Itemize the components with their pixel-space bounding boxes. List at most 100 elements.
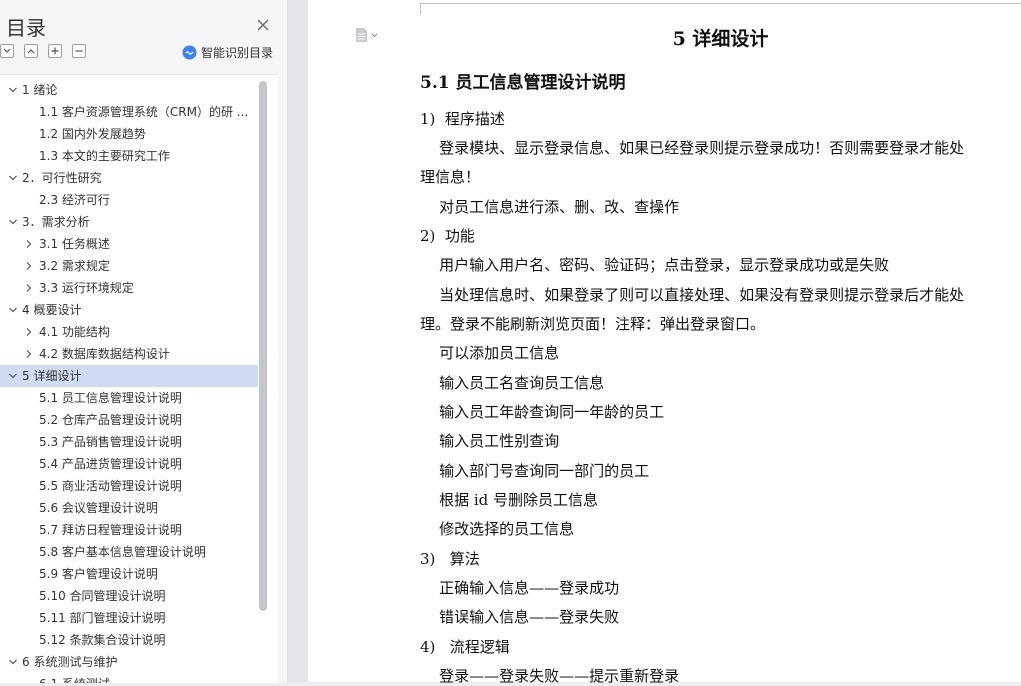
toc-item-label: 5.12 条款集合设计说明 bbox=[39, 633, 166, 647]
chevron-down-icon[interactable] bbox=[8, 657, 18, 667]
smart-toc-icon bbox=[182, 45, 197, 60]
collapse-all-icon bbox=[3, 48, 11, 53]
toc-list: 1 绪论 1.1 客户资源管理系统（CRM）的研 ... 1.2 国内外发展趋势 1.… bbox=[0, 79, 258, 683]
toc-item[interactable]: 1 绪论 bbox=[0, 79, 258, 101]
toc-item[interactable]: 5.7 拜访日程管理设计说明 bbox=[0, 519, 258, 541]
add-heading-button[interactable] bbox=[48, 44, 62, 58]
toc-item[interactable]: 5.6 会议管理设计说明 bbox=[0, 497, 258, 519]
toc-item-label: 1.2 国内外发展趋势 bbox=[39, 127, 146, 141]
toc-item-label: 3．需求分析 bbox=[22, 215, 90, 229]
chevron-down-icon[interactable] bbox=[8, 173, 18, 183]
toc-item[interactable]: 6 系统测试与维护 bbox=[0, 651, 258, 673]
expand-all-icon bbox=[27, 49, 35, 54]
chevron-down-icon[interactable] bbox=[8, 305, 18, 315]
close-sidebar-button[interactable] bbox=[256, 17, 270, 31]
toc-item[interactable]: 5.5 商业活动管理设计说明 bbox=[0, 475, 258, 497]
toc-scrollbar[interactable] bbox=[259, 81, 267, 611]
paragraph: 输入员工年龄查询同一年龄的员工 bbox=[420, 403, 665, 421]
remove-icon bbox=[75, 50, 83, 52]
section-heading: 5.1 员工信息管理设计说明 bbox=[420, 73, 626, 93]
expand-all-button[interactable] bbox=[24, 44, 38, 58]
paragraph: 输入员工名查询员工信息 bbox=[420, 374, 605, 392]
toc-item-label: 5.10 合同管理设计说明 bbox=[39, 589, 166, 603]
toc-item[interactable]: 5 详细设计 bbox=[0, 365, 258, 387]
toc-item[interactable]: 3．需求分析 bbox=[0, 211, 258, 233]
chevron-down-icon[interactable] bbox=[8, 85, 18, 95]
toc-item-label: 4.1 功能结构 bbox=[39, 325, 110, 339]
paragraph: 修改选择的员工信息 bbox=[420, 520, 575, 538]
paragraph: 1) 程序描述 bbox=[420, 110, 505, 128]
toc-item-label: 6 系统测试与维护 bbox=[22, 655, 118, 669]
paragraph: 输入部门号查询同一部门的员工 bbox=[420, 462, 650, 480]
chevron-down-icon[interactable] bbox=[8, 217, 18, 227]
toc-item-label: 5.7 拜访日程管理设计说明 bbox=[39, 523, 182, 537]
paragraph: 登录模块、显示登录信息、如果已经登录则提示登录成功！否则需要登录才能处 bbox=[420, 139, 965, 157]
toc-item-label: 5.8 客户基本信息管理设计说明 bbox=[39, 545, 206, 559]
chevron-right-icon[interactable] bbox=[24, 239, 34, 249]
add-icon bbox=[51, 47, 59, 55]
page-corner-mark bbox=[420, 3, 421, 15]
toc-item-label: 3.2 需求规定 bbox=[39, 259, 110, 273]
toc-item[interactable]: 5.2 仓库产品管理设计说明 bbox=[0, 409, 258, 431]
paragraph: 理信息！ bbox=[420, 168, 481, 186]
toc-item[interactable]: 3.1 任务概述 bbox=[0, 233, 258, 255]
toc-item[interactable]: 4.1 功能结构 bbox=[0, 321, 258, 343]
document-menu-button[interactable] bbox=[355, 27, 379, 47]
page-gutter bbox=[288, 0, 308, 682]
toc-item-label: 5.1 员工信息管理设计说明 bbox=[39, 391, 182, 405]
chevron-right-icon[interactable] bbox=[24, 261, 34, 271]
toc-sidebar: 目录 智能识别目录 1 绪论 1.1 客户资源管理系统（CRM）的研 ... 1… bbox=[0, 0, 288, 683]
toc-item[interactable]: 3.3 运行环境规定 bbox=[0, 277, 258, 299]
document-icon bbox=[356, 28, 378, 42]
toc-item-label: 4.2 数据库数据结构设计 bbox=[39, 347, 170, 361]
paragraph: 输入员工性别查询 bbox=[420, 432, 560, 450]
toc-item-label: 1.1 客户资源管理系统（CRM）的研 ... bbox=[39, 105, 249, 119]
paragraph: 当处理信息时、如果登录了则可以直接处理、如果没有登录则提示登录后才能处 bbox=[420, 286, 965, 304]
chevron-down-icon[interactable] bbox=[8, 371, 18, 381]
smart-toc-button[interactable]: 智能识别目录 bbox=[182, 44, 273, 61]
paragraph: 可以添加员工信息 bbox=[420, 344, 560, 362]
paragraph: 2) 功能 bbox=[420, 227, 475, 245]
paragraph: 3) 算法 bbox=[420, 550, 480, 568]
collapse-all-button[interactable] bbox=[0, 44, 14, 58]
toc-item-label: 2.3 经济可行 bbox=[39, 193, 110, 207]
toc-item-label: 4 概要设计 bbox=[22, 303, 82, 317]
remove-heading-button[interactable] bbox=[72, 44, 86, 58]
paragraph: 根据 id 号删除员工信息 bbox=[420, 491, 599, 509]
toc-item[interactable]: 1.3 本文的主要研究工作 bbox=[0, 145, 258, 167]
paragraph: 对员工信息进行添、删、改、查操作 bbox=[420, 198, 680, 216]
toc-item-label: 1.3 本文的主要研究工作 bbox=[39, 149, 170, 163]
toc-item[interactable]: 2．可行性研究 bbox=[0, 167, 258, 189]
paragraph: 理。登录不能刷新浏览页面！注释：弹出登录窗口。 bbox=[420, 315, 766, 333]
toc-item[interactable]: 5.4 产品进货管理设计说明 bbox=[0, 453, 258, 475]
toc-item[interactable]: 4.2 数据库数据结构设计 bbox=[0, 343, 258, 365]
toc-item-label: 1 绪论 bbox=[22, 83, 58, 97]
close-icon bbox=[257, 19, 269, 31]
toc-item[interactable]: 5.8 客户基本信息管理设计说明 bbox=[0, 541, 258, 563]
toc-item-label: 5.9 客户管理设计说明 bbox=[39, 567, 158, 581]
chevron-right-icon[interactable] bbox=[24, 283, 34, 293]
chevron-right-icon[interactable] bbox=[24, 327, 34, 337]
chevron-right-icon[interactable] bbox=[24, 349, 34, 359]
smart-toc-label: 智能识别目录 bbox=[201, 46, 274, 60]
toc-item[interactable]: 5.12 条款集合设计说明 bbox=[0, 629, 258, 651]
toc-item[interactable]: 5.9 客户管理设计说明 bbox=[0, 563, 258, 585]
toc-item-label: 2．可行性研究 bbox=[22, 171, 102, 185]
page-edge bbox=[420, 3, 1021, 4]
toc-item[interactable]: 5.3 产品销售管理设计说明 bbox=[0, 431, 258, 453]
paragraph: 错误输入信息——登录失败 bbox=[420, 608, 620, 626]
toc-item[interactable]: 4 概要设计 bbox=[0, 299, 258, 321]
toc-item-label: 5.5 商业活动管理设计说明 bbox=[39, 479, 182, 493]
paragraph: 登录——登录失败——提示重新登录 bbox=[420, 667, 680, 685]
paragraph: 正确输入信息——登录成功 bbox=[420, 579, 620, 597]
toc-item[interactable]: 2.3 经济可行 bbox=[0, 189, 258, 211]
chapter-heading: 5 详细设计 bbox=[672, 28, 769, 50]
toc-item[interactable]: 3.2 需求规定 bbox=[0, 255, 258, 277]
paragraph: 4) 流程逻辑 bbox=[420, 638, 510, 656]
toc-item[interactable]: 1.2 国内外发展趋势 bbox=[0, 123, 258, 145]
toc-item[interactable]: 5.10 合同管理设计说明 bbox=[0, 585, 258, 607]
toc-item[interactable]: 1.1 客户资源管理系统（CRM）的研 ... bbox=[0, 101, 258, 123]
toc-item[interactable]: 5.1 员工信息管理设计说明 bbox=[0, 387, 258, 409]
toc-item-label: 5.2 仓库产品管理设计说明 bbox=[39, 413, 182, 427]
toc-item[interactable]: 5.11 部门管理设计说明 bbox=[0, 607, 258, 629]
